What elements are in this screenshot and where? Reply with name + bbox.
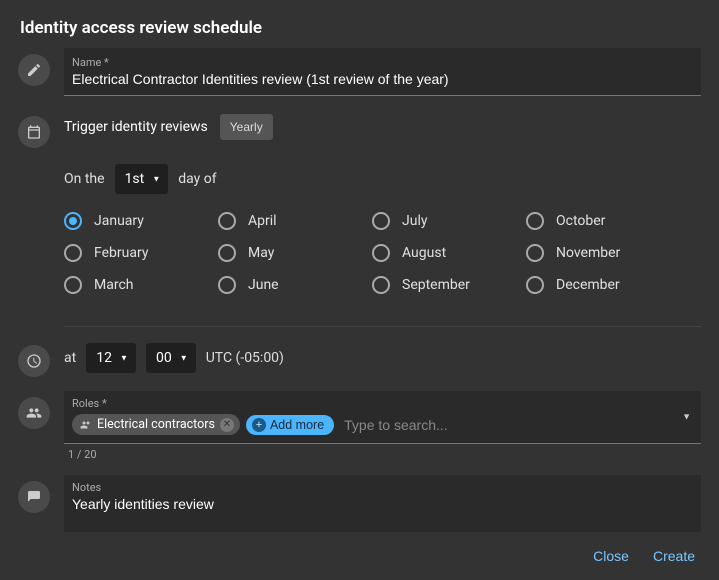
month-radio-june[interactable]: June xyxy=(218,276,368,294)
month-label: August xyxy=(402,245,446,261)
divider xyxy=(64,326,701,327)
trigger-field-wrap: Trigger identity reviews Yearly On the 1… xyxy=(64,110,701,312)
roles-box: Roles * Electrical contractors ✕ + Add m… xyxy=(64,391,701,444)
role-chip: Electrical contractors ✕ xyxy=(72,414,240,435)
dialog-title: Identity access review schedule xyxy=(0,0,719,48)
month-radio-january[interactable]: January xyxy=(64,212,214,230)
month-radio-july[interactable]: July xyxy=(372,212,522,230)
month-radio-august[interactable]: August xyxy=(372,244,522,262)
time-row: at 12 00 UTC (-05:00) xyxy=(18,339,701,377)
month-radio-december[interactable]: December xyxy=(526,276,676,294)
month-radio-april[interactable]: April xyxy=(218,212,368,230)
notes-input[interactable] xyxy=(64,494,701,514)
month-label: January xyxy=(94,213,144,229)
month-label: December xyxy=(556,277,620,293)
dialog-content: Name * Trigger identity reviews Yearly O… xyxy=(0,48,719,532)
notes-row: Notes xyxy=(18,475,701,532)
name-label: Name * xyxy=(64,50,701,69)
day-of-label: day of xyxy=(178,171,216,187)
plus-icon: + xyxy=(252,418,266,432)
radio-icon xyxy=(526,212,544,230)
at-label: at xyxy=(64,350,76,366)
radio-icon xyxy=(372,244,390,262)
minute-select[interactable]: 00 xyxy=(146,343,196,373)
roles-search-input[interactable] xyxy=(340,417,693,433)
month-label: October xyxy=(556,213,605,229)
month-label: May xyxy=(248,245,274,261)
name-field-box: Name * xyxy=(64,48,701,96)
add-more-roles-button[interactable]: + Add more xyxy=(246,415,334,435)
name-row: Name * xyxy=(18,48,701,96)
roles-bar: Electrical contractors ✕ + Add more xyxy=(64,410,701,443)
trigger-label: Trigger identity reviews xyxy=(64,119,208,135)
month-radio-september[interactable]: September xyxy=(372,276,522,294)
radio-icon xyxy=(526,244,544,262)
users-icon xyxy=(18,397,50,429)
roles-label: Roles * xyxy=(64,391,701,410)
radio-icon xyxy=(218,276,236,294)
name-field-wrap: Name * xyxy=(64,48,701,96)
trigger-row: Trigger identity reviews Yearly On the 1… xyxy=(18,110,701,312)
close-button[interactable]: Close xyxy=(593,548,629,564)
notes-box: Notes xyxy=(64,475,701,532)
clock-icon xyxy=(18,345,50,377)
remove-role-icon[interactable]: ✕ xyxy=(220,418,234,432)
month-label: April xyxy=(248,213,277,229)
notes-label: Notes xyxy=(64,475,701,494)
create-button[interactable]: Create xyxy=(653,548,695,564)
month-label: November xyxy=(556,245,620,261)
frequency-select[interactable]: Yearly xyxy=(220,114,273,140)
radio-icon xyxy=(218,212,236,230)
radio-icon xyxy=(372,276,390,294)
role-chip-label: Electrical contractors xyxy=(97,417,215,432)
chevron-down-icon[interactable]: ▼ xyxy=(682,412,691,423)
day-row: On the 1st day of xyxy=(64,164,701,194)
month-label: June xyxy=(248,277,279,293)
month-label: September xyxy=(402,277,470,293)
month-radio-november[interactable]: November xyxy=(526,244,676,262)
radio-icon xyxy=(64,244,82,262)
trigger-freq-row: Trigger identity reviews Yearly xyxy=(64,114,701,140)
name-input[interactable] xyxy=(64,69,701,89)
dialog-footer: Close Create xyxy=(0,532,719,580)
pencil-icon xyxy=(18,54,50,86)
time-field-wrap: at 12 00 UTC (-05:00) xyxy=(64,343,701,373)
roles-count: 1 / 20 xyxy=(64,444,701,461)
radio-icon xyxy=(64,212,82,230)
month-radio-october[interactable]: October xyxy=(526,212,676,230)
radio-icon xyxy=(526,276,544,294)
roles-row: Roles * Electrical contractors ✕ + Add m… xyxy=(18,391,701,461)
month-radio-may[interactable]: May xyxy=(218,244,368,262)
notes-field-wrap: Notes xyxy=(64,475,701,532)
radio-icon xyxy=(218,244,236,262)
roles-field-wrap: Roles * Electrical contractors ✕ + Add m… xyxy=(64,391,701,461)
month-radio-march[interactable]: March xyxy=(64,276,214,294)
month-radio-february[interactable]: February xyxy=(64,244,214,262)
timezone-label: UTC (-05:00) xyxy=(206,350,284,366)
months-grid: January April July October February May August… xyxy=(64,212,701,294)
radio-icon xyxy=(64,276,82,294)
month-label: February xyxy=(94,245,148,261)
users-mini-icon xyxy=(80,419,92,431)
schedule-dialog: Identity access review schedule Name * T… xyxy=(0,0,719,580)
month-label: July xyxy=(402,213,427,229)
on-the-label: On the xyxy=(64,171,105,187)
hour-select[interactable]: 12 xyxy=(86,343,136,373)
month-label: March xyxy=(94,277,134,293)
note-icon xyxy=(18,481,50,513)
day-select[interactable]: 1st xyxy=(115,164,169,194)
radio-icon xyxy=(372,212,390,230)
calendar-icon xyxy=(18,116,50,148)
